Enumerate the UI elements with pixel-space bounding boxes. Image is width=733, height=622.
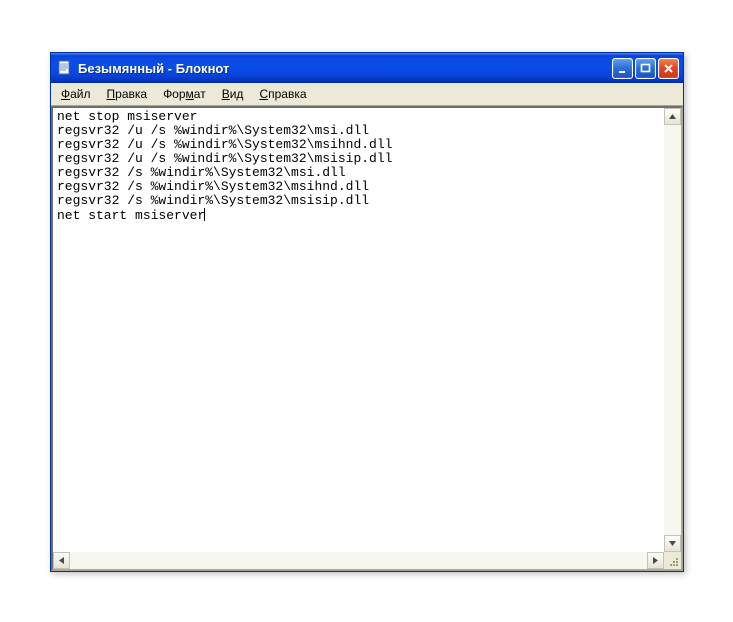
horizontal-scrollbar[interactable]: [53, 552, 664, 569]
editor-wrap: net stop msiserver regsvr32 /u /s %windi…: [53, 108, 681, 552]
scroll-up-button[interactable]: [664, 108, 681, 125]
menu-help[interactable]: Справка: [251, 85, 314, 103]
minimize-button[interactable]: [612, 58, 633, 79]
menu-edit[interactable]: Правка: [99, 85, 156, 103]
vertical-scrollbar[interactable]: [664, 108, 681, 552]
size-grip[interactable]: [664, 552, 681, 569]
window-title: Безымянный - Блокнот: [78, 61, 612, 76]
menu-view[interactable]: Вид: [214, 85, 252, 103]
hscroll-track[interactable]: [70, 552, 647, 569]
text-cursor: [204, 208, 205, 221]
maximize-button[interactable]: [635, 58, 656, 79]
notepad-icon: [57, 60, 73, 76]
bottom-scroll-area: [53, 552, 681, 569]
menu-file[interactable]: Файл: [53, 85, 99, 103]
window-controls: [612, 58, 679, 79]
titlebar[interactable]: Безымянный - Блокнот: [51, 53, 683, 83]
vscroll-track[interactable]: [664, 125, 681, 535]
text-editor[interactable]: net stop msiserver regsvr32 /u /s %windi…: [53, 108, 664, 552]
scroll-left-button[interactable]: [53, 552, 70, 569]
client-area: net stop msiserver regsvr32 /u /s %windi…: [51, 106, 683, 571]
menu-format[interactable]: Формат: [155, 85, 214, 103]
close-button[interactable]: [658, 58, 679, 79]
scroll-right-button[interactable]: [647, 552, 664, 569]
notepad-window: Безымянный - Блокнот Файл Правка Формат …: [50, 52, 684, 572]
menubar: Файл Правка Формат Вид Справка: [51, 83, 683, 106]
scroll-down-button[interactable]: [664, 535, 681, 552]
